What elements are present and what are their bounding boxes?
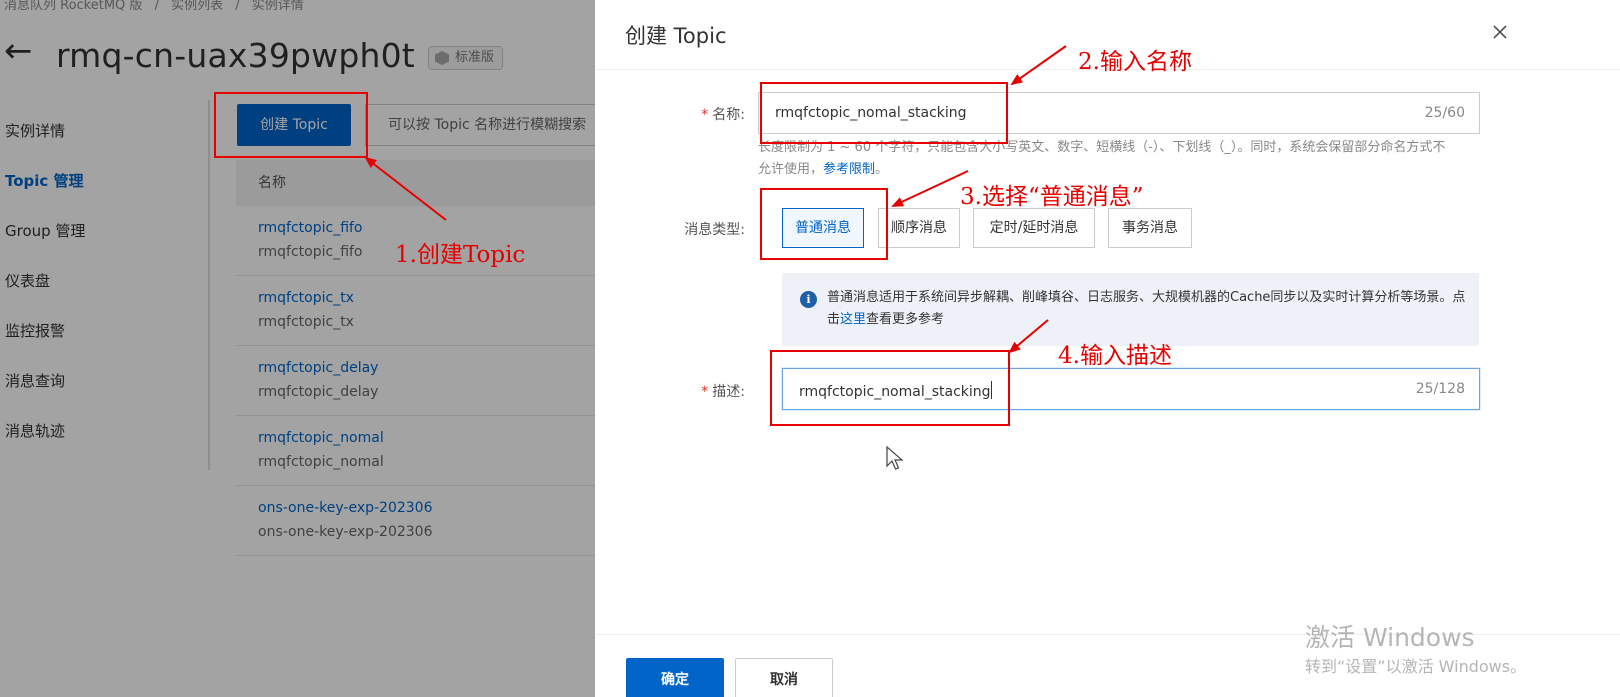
cancel-button[interactable]: 取消 xyxy=(735,658,833,697)
annotation-box-description xyxy=(770,350,1010,426)
more-info-link[interactable]: 这里 xyxy=(840,312,866,327)
windows-watermark-title: 激活 Windows xyxy=(1305,623,1475,652)
name-label: * 名称: xyxy=(701,107,745,123)
type-ordered-button[interactable]: 顺序消息 xyxy=(878,208,960,248)
close-icon[interactable] xyxy=(1488,20,1512,44)
naming-restrictions-link[interactable]: 参考限制 xyxy=(823,162,875,177)
mouse-cursor-icon xyxy=(886,446,904,470)
annotation-step-1: 1.创建Topic xyxy=(395,242,526,268)
drawer-title: 创建 Topic xyxy=(625,24,727,48)
type-delayed-button[interactable]: 定时/延时消息 xyxy=(973,208,1095,248)
annotation-step-2: 2.输入名称 xyxy=(1078,49,1192,75)
info-text: 普通消息适用于系统间异步解耦、削峰填谷、日志服务、大规模机器的Cache同步以及… xyxy=(827,290,1466,327)
annotation-box-create-topic xyxy=(214,92,368,158)
description-label: * 描述: xyxy=(701,384,745,400)
annotation-box-name xyxy=(760,82,1008,144)
windows-watermark-subtitle: 转到“设置”以激活 Windows。 xyxy=(1305,657,1527,676)
info-icon: i xyxy=(800,291,817,308)
description-char-count: 25/128 xyxy=(1415,381,1465,397)
annotation-box-type xyxy=(760,188,888,260)
annotation-step-3: 3.选择“普通消息” xyxy=(960,184,1144,210)
name-char-count: 25/60 xyxy=(1424,105,1465,121)
confirm-button[interactable]: 确定 xyxy=(626,658,724,697)
type-transaction-button[interactable]: 事务消息 xyxy=(1108,208,1192,248)
annotation-step-4: 4.输入描述 xyxy=(1058,343,1172,369)
message-type-label: 消息类型: xyxy=(684,222,745,238)
